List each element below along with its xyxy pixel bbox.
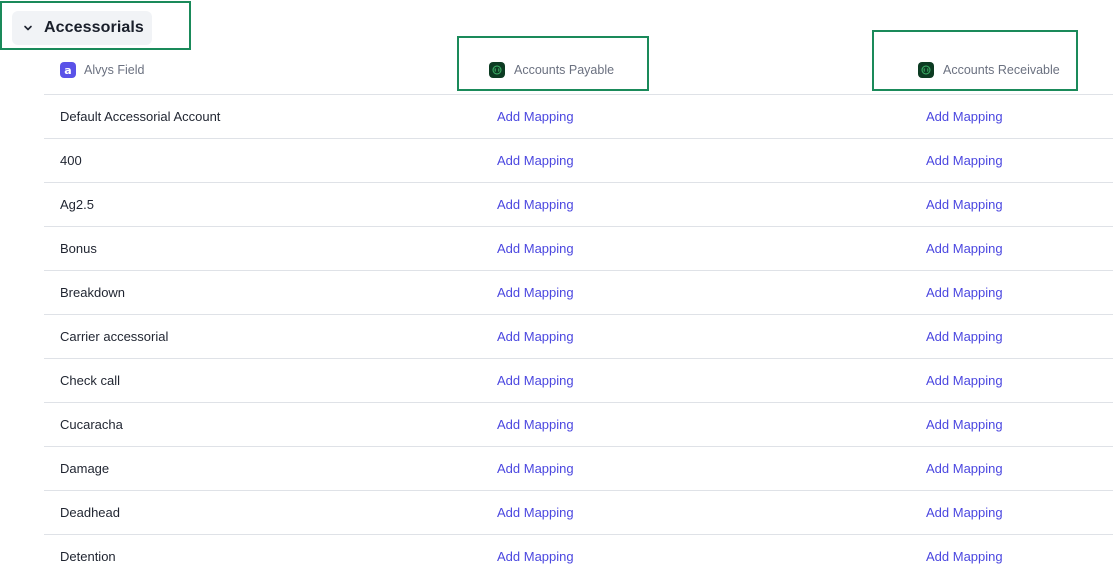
quickbooks-logo-icon (489, 62, 505, 78)
add-mapping-receivable-link[interactable]: Add Mapping (926, 139, 1003, 182)
table-row: Carrier accessorial Add Mapping Add Mapp… (44, 314, 1113, 358)
table-row: Check call Add Mapping Add Mapping (44, 358, 1113, 402)
alvys-field-name: Default Accessorial Account (60, 109, 221, 124)
add-mapping-payable-link[interactable]: Add Mapping (497, 139, 574, 182)
add-mapping-receivable-link[interactable]: Add Mapping (926, 183, 1003, 226)
add-mapping-receivable-link[interactable]: Add Mapping (926, 227, 1003, 270)
alvys-field-name: Deadhead (60, 505, 120, 520)
column-header-accounts-payable: Accounts Payable (489, 61, 614, 79)
table-row: Ag2.5 Add Mapping Add Mapping (44, 182, 1113, 226)
add-mapping-payable-link[interactable]: Add Mapping (497, 315, 574, 358)
add-mapping-receivable-link[interactable]: Add Mapping (926, 447, 1003, 490)
alvys-field-name: Ag2.5 (60, 197, 94, 212)
alvys-logo-icon: a (60, 62, 76, 78)
alvys-field-name: Detention (60, 549, 116, 564)
add-mapping-payable-link[interactable]: Add Mapping (497, 535, 574, 578)
alvys-field-name: Carrier accessorial (60, 329, 169, 344)
alvys-field-name: Check call (60, 373, 120, 388)
quickbooks-logo-icon (918, 62, 934, 78)
alvys-field-name: Breakdown (60, 285, 126, 300)
column-header-accounts-receivable: Accounts Receivable (918, 61, 1060, 79)
add-mapping-payable-link[interactable]: Add Mapping (497, 403, 574, 446)
alvys-field-name: Cucaracha (60, 417, 123, 432)
alvys-field-name: Bonus (60, 241, 97, 256)
add-mapping-payable-link[interactable]: Add Mapping (497, 447, 574, 490)
add-mapping-receivable-link[interactable]: Add Mapping (926, 491, 1003, 534)
table-row: Bonus Add Mapping Add Mapping (44, 226, 1113, 270)
alvys-field-name: 400 (60, 153, 82, 168)
column-header-label: Accounts Receivable (943, 63, 1060, 77)
add-mapping-payable-link[interactable]: Add Mapping (497, 271, 574, 314)
table-row: Cucaracha Add Mapping Add Mapping (44, 402, 1113, 446)
column-header-label: Alvys Field (84, 63, 145, 77)
add-mapping-payable-link[interactable]: Add Mapping (497, 491, 574, 534)
table-row: Damage Add Mapping Add Mapping (44, 446, 1113, 490)
table-row: Deadhead Add Mapping Add Mapping (44, 490, 1113, 534)
add-mapping-receivable-link[interactable]: Add Mapping (926, 359, 1003, 402)
table-row: Default Accessorial Account Add Mapping … (44, 94, 1113, 138)
add-mapping-receivable-link[interactable]: Add Mapping (926, 271, 1003, 314)
table-row: 400 Add Mapping Add Mapping (44, 138, 1113, 182)
add-mapping-payable-link[interactable]: Add Mapping (497, 95, 574, 138)
add-mapping-receivable-link[interactable]: Add Mapping (926, 95, 1003, 138)
alvys-field-name: Damage (60, 461, 110, 476)
add-mapping-receivable-link[interactable]: Add Mapping (926, 535, 1003, 578)
table-row: Breakdown Add Mapping Add Mapping (44, 270, 1113, 314)
section-title: Accessorials (44, 19, 144, 36)
column-header-label: Accounts Payable (514, 63, 615, 77)
accessorials-section-toggle[interactable]: Accessorials (12, 11, 152, 45)
add-mapping-payable-link[interactable]: Add Mapping (497, 183, 574, 226)
column-header-alvys-field: a Alvys Field (60, 61, 144, 79)
add-mapping-receivable-link[interactable]: Add Mapping (926, 403, 1003, 446)
add-mapping-receivable-link[interactable]: Add Mapping (926, 315, 1003, 358)
add-mapping-payable-link[interactable]: Add Mapping (497, 359, 574, 402)
mapping-table: Default Accessorial Account Add Mapping … (44, 94, 1113, 578)
chevron-down-icon (20, 20, 36, 36)
table-row: Detention Add Mapping Add Mapping (44, 534, 1113, 578)
add-mapping-payable-link[interactable]: Add Mapping (497, 227, 574, 270)
